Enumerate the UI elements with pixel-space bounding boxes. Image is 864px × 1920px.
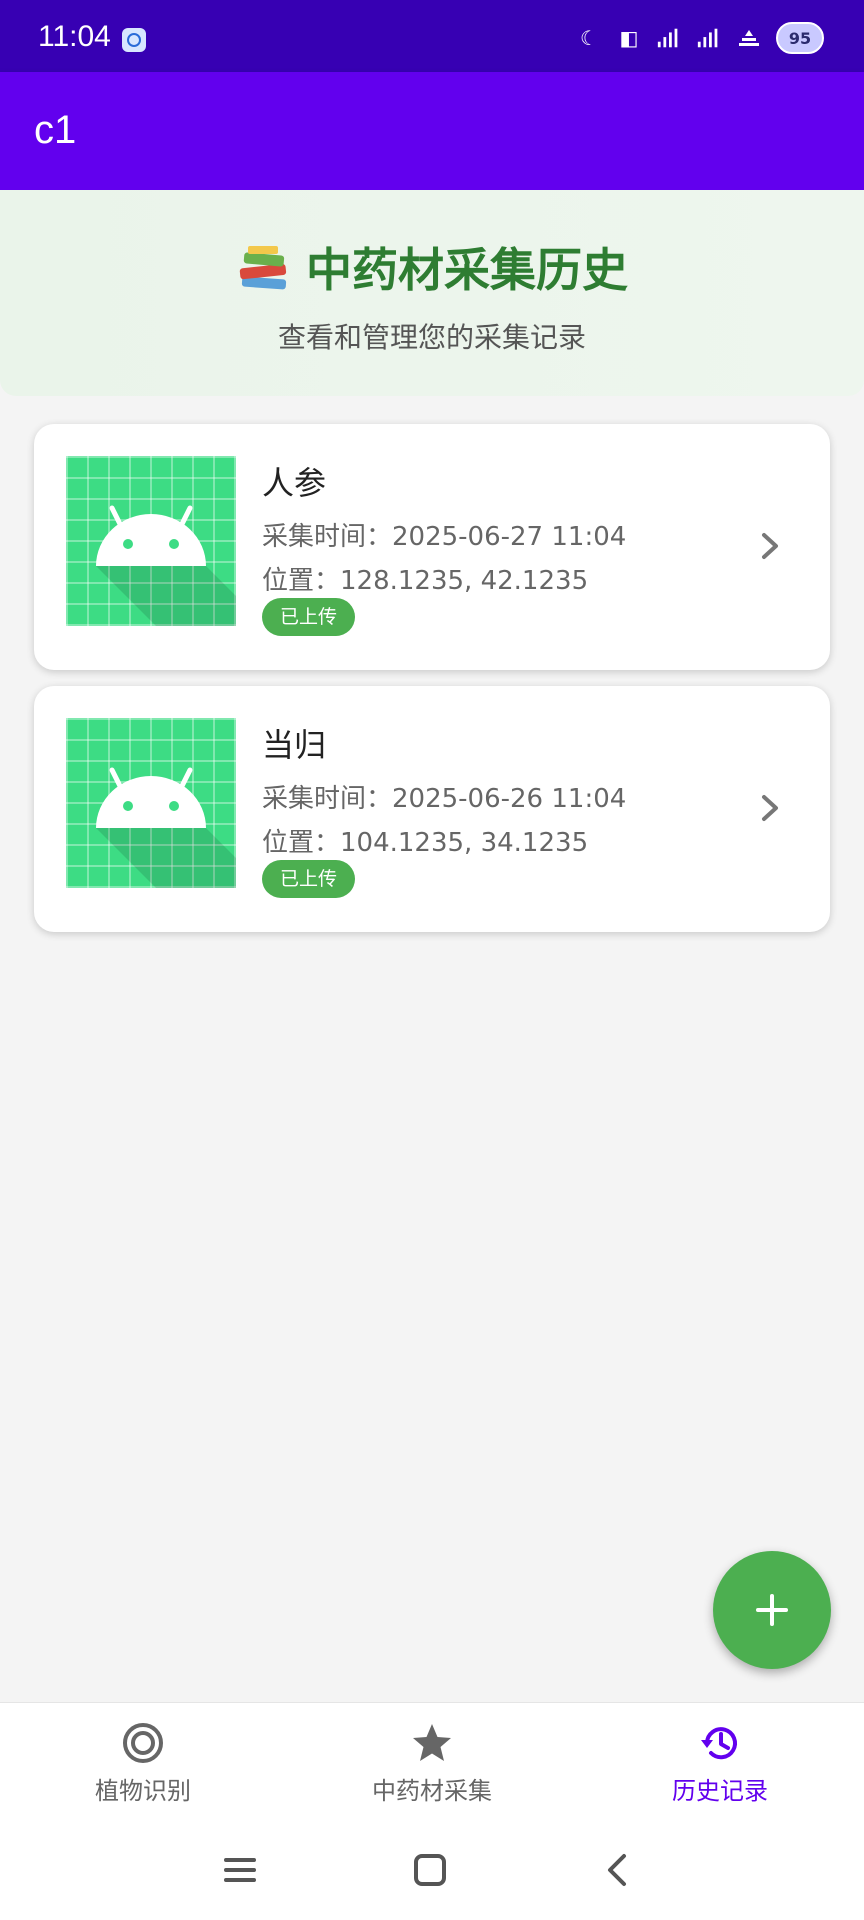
- back-icon[interactable]: [596, 1848, 640, 1892]
- status-badge: 已上传: [262, 598, 356, 636]
- add-record-button[interactable]: [713, 1551, 831, 1669]
- page-title: 中药材采集历史: [0, 234, 864, 300]
- add-icon: [756, 1594, 788, 1626]
- record-card[interactable]: 人参 采集时间：2025-06-27 11:04 位置：128.1235, 42…: [34, 424, 830, 670]
- nav-label: 植物识别: [95, 1777, 191, 1805]
- record-location: 位置：104.1235, 34.1235: [262, 828, 589, 858]
- record-card[interactable]: 当归 采集时间：2025-06-26 11:04 位置：104.1235, 34…: [34, 686, 830, 932]
- chevron-right-icon: [762, 533, 778, 559]
- app-bar: c1: [0, 72, 864, 190]
- signal-2-icon: [696, 25, 722, 51]
- mute-icon: ◧: [619, 26, 639, 50]
- record-name: 当归: [262, 726, 327, 764]
- record-thumbnail: [66, 718, 236, 888]
- nav-plant-identify[interactable]: 植物识别: [33, 1721, 253, 1806]
- do-not-disturb-icon: ☾: [580, 26, 598, 50]
- books-icon: [239, 246, 287, 290]
- wifi-icon: [736, 25, 762, 51]
- system-navigation-bar: [0, 1820, 864, 1920]
- status-badge: 已上传: [262, 860, 356, 898]
- menu-icon[interactable]: [218, 1848, 262, 1892]
- star-icon: [413, 1724, 451, 1761]
- status-bar: 11:04 ☾ ◧ 95: [0, 0, 864, 72]
- nav-label: 历史记录: [672, 1777, 768, 1805]
- record-location: 位置：128.1235, 42.1235: [262, 566, 589, 596]
- page-subtitle: 查看和管理您的采集记录: [277, 321, 586, 354]
- home-icon[interactable]: [408, 1848, 452, 1892]
- nav-history[interactable]: 历史记录: [610, 1721, 830, 1806]
- battery-indicator: 95: [776, 22, 824, 54]
- android-placeholder-icon: [96, 505, 236, 626]
- notification-app-icon: [122, 28, 146, 52]
- record-thumbnail: [66, 456, 236, 626]
- target-icon: [123, 1723, 163, 1763]
- status-time: 11:04: [38, 20, 111, 53]
- nav-herb-collect[interactable]: 中药材采集: [322, 1721, 542, 1806]
- history-icon: [701, 1727, 737, 1760]
- page-title-text: 中药材采集历史: [306, 243, 628, 297]
- history-header: 中药材采集历史 查看和管理您的采集记录: [0, 190, 864, 396]
- record-time: 采集时间：2025-06-26 11:04: [262, 784, 627, 814]
- chevron-right-icon: [762, 795, 778, 821]
- app-title: c1: [34, 108, 77, 152]
- nav-label: 中药材采集: [372, 1777, 492, 1805]
- record-time: 采集时间：2025-06-27 11:04: [262, 522, 627, 552]
- record-name: 人参: [262, 464, 327, 502]
- android-placeholder-icon: [96, 767, 236, 888]
- status-icons: ☾ ◧ 95: [576, 22, 824, 54]
- bottom-navigation: 植物识别 中药材采集 历史记录: [0, 1702, 864, 1820]
- signal-icon: [656, 25, 682, 51]
